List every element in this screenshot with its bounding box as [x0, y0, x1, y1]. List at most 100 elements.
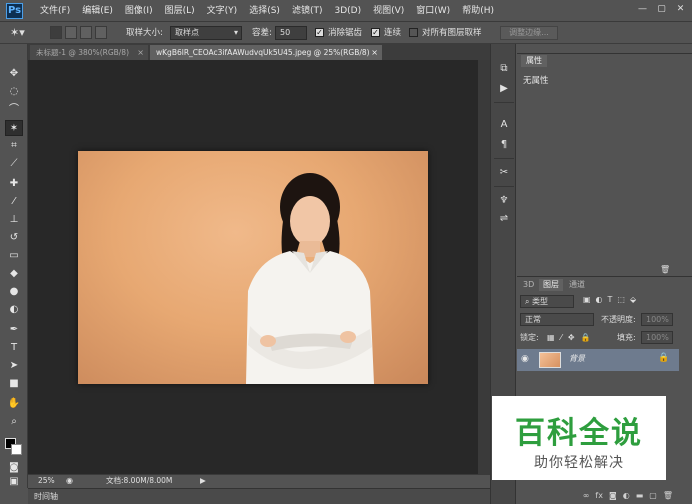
opacity-input[interactable]: 100%: [641, 313, 673, 326]
actions-panel-icon[interactable]: ▶: [497, 82, 511, 96]
healing-brush-tool-icon[interactable]: ✚: [5, 176, 23, 192]
eyedropper-tool-icon[interactable]: ⟋: [5, 156, 23, 172]
link-icon[interactable]: ∞: [583, 491, 590, 500]
tab-untitled-label: 未标题-1 @ 380%(RGB/8): [36, 48, 130, 57]
dodge-tool-icon[interactable]: ◐: [5, 302, 23, 318]
clone-stamp-tool-icon[interactable]: ⊥: [5, 212, 23, 228]
marquee-tool-icon[interactable]: ◌: [5, 84, 23, 100]
antialias-checkbox[interactable]: ✓: [315, 28, 324, 37]
sample-size-select[interactable]: 取样点 ▾: [170, 26, 242, 40]
paragraph-panel-icon[interactable]: ¶: [497, 138, 511, 152]
new-selection-icon[interactable]: [50, 26, 62, 39]
kind-filter-select[interactable]: ⌕ 类型: [520, 295, 574, 308]
magic-wand-preset-icon[interactable]: ✶▾: [10, 22, 25, 44]
menu-select[interactable]: 选择(S): [243, 0, 286, 22]
status-bar: 25% ◉ 文档:8.00M/8.00M ▶: [28, 474, 490, 487]
layer-row-background[interactable]: ◉ 背景 🔒: [517, 349, 679, 371]
history-brush-tool-icon[interactable]: ↺: [5, 230, 23, 246]
menu-edit[interactable]: 编辑(E): [76, 0, 119, 22]
subtract-selection-icon[interactable]: [80, 26, 92, 39]
zoom-level[interactable]: 25%: [38, 475, 55, 487]
sample-size-label: 取样大小:: [126, 28, 163, 38]
pen-tool-icon[interactable]: ✒: [5, 322, 23, 338]
lock-icon: 🔒: [658, 353, 670, 363]
timeline-panel[interactable]: 时间轴: [28, 488, 490, 504]
crop-tool-icon[interactable]: ⌗: [5, 138, 23, 154]
filter-icons[interactable]: ▣◐T⬚⬙: [583, 295, 641, 304]
lock-label: 锁定:: [520, 333, 539, 342]
sample-all-checkbox[interactable]: [409, 28, 418, 37]
minimize-button[interactable]: —: [635, 2, 650, 16]
quick-mask-icon[interactable]: ◙: [5, 460, 23, 476]
character-panel-icon[interactable]: A: [497, 118, 511, 132]
add-selection-icon[interactable]: [65, 26, 77, 39]
tab-channels[interactable]: 通道: [565, 279, 589, 291]
history-panel-icon[interactable]: ⧉: [497, 62, 511, 76]
intersect-selection-icon[interactable]: [95, 26, 107, 39]
lock-icons[interactable]: ▦⁄✥🔒: [547, 331, 597, 346]
brush-tool-icon[interactable]: ⁄: [5, 194, 23, 210]
trash-icon[interactable]: 🗑: [660, 265, 670, 274]
refine-edge-button[interactable]: 调整边缘...: [500, 26, 558, 40]
adjustment-icon[interactable]: ◐: [623, 491, 630, 500]
close-button[interactable]: ✕: [673, 2, 688, 16]
clone-source-icon[interactable]: ⇌: [497, 212, 511, 226]
fill-input[interactable]: 100%: [641, 331, 673, 344]
menu-3d[interactable]: 3D(D): [328, 0, 367, 22]
eraser-tool-icon[interactable]: ▭: [5, 248, 23, 264]
tab-properties[interactable]: 属性: [521, 55, 547, 67]
layer-name[interactable]: 背景: [569, 353, 585, 364]
opacity-label: 不透明度:: [601, 315, 636, 324]
close-icon[interactable]: ×: [137, 45, 144, 60]
delete-layer-icon[interactable]: 🗑: [663, 491, 673, 500]
menu-file[interactable]: 文件(F): [34, 0, 76, 22]
new-layer-icon[interactable]: ▢: [649, 491, 657, 500]
lasso-tool-icon[interactable]: ⌒: [5, 102, 23, 118]
status-info-icon[interactable]: ◉: [66, 475, 73, 487]
tab-untitled[interactable]: 未标题-1 @ 380%(RGB/8) ×: [30, 45, 148, 60]
menu-help[interactable]: 帮助(H): [456, 0, 500, 22]
move-tool-icon[interactable]: ✥: [5, 66, 23, 82]
photo-image[interactable]: [78, 151, 428, 384]
tab-3d[interactable]: 3D: [519, 279, 538, 291]
menu-layer[interactable]: 图层(L): [159, 0, 201, 22]
tool-presets-icon[interactable]: ✂: [497, 166, 511, 180]
tolerance-input[interactable]: 50: [275, 26, 307, 40]
menu-image[interactable]: 图像(I): [119, 0, 159, 22]
maximize-button[interactable]: ▢: [654, 2, 669, 16]
timeline-label: 时间轴: [34, 492, 58, 501]
tab-jpeg[interactable]: wKgB6lR_CEOAc3ifAAWudvqUk5U45.jpeg @ 25%…: [150, 45, 382, 60]
magic-wand-tool-icon[interactable]: ✶: [5, 120, 23, 136]
path-selection-tool-icon[interactable]: ➤: [5, 358, 23, 374]
status-menu-arrow-icon[interactable]: ▶: [200, 475, 206, 487]
fx-icon[interactable]: fx: [595, 491, 603, 500]
paint-bucket-tool-icon[interactable]: ◆: [5, 266, 23, 282]
vertical-scrollbar[interactable]: [478, 60, 490, 474]
zoom-tool-icon[interactable]: ⌕: [5, 414, 23, 430]
rectangle-tool-icon[interactable]: ■: [5, 376, 23, 392]
close-icon[interactable]: ×: [371, 45, 378, 60]
screen-mode-icon[interactable]: ▣: [5, 476, 23, 488]
menu-type[interactable]: 文字(Y): [201, 0, 244, 22]
blend-mode-select[interactable]: 正常: [520, 313, 594, 326]
type-tool-icon[interactable]: T: [5, 340, 23, 356]
document-tabs: 未标题-1 @ 380%(RGB/8) × wKgB6lR_CEOAc3ifAA…: [28, 44, 490, 60]
sample-size-value: 取样点: [175, 28, 199, 37]
hand-tool-icon[interactable]: ✋: [5, 396, 23, 412]
eye-icon[interactable]: ◉: [521, 354, 529, 364]
mask-icon[interactable]: ◙: [609, 491, 617, 500]
menu-view[interactable]: 视图(V): [367, 0, 410, 22]
canvas-area[interactable]: [28, 60, 490, 474]
tab-layers[interactable]: 图层: [539, 279, 563, 291]
background-color-swatch[interactable]: [11, 444, 22, 455]
brush-presets-icon[interactable]: ♆: [497, 194, 511, 208]
contiguous-checkbox[interactable]: ✓: [371, 28, 380, 37]
menu-items: 文件(F) 编辑(E) 图像(I) 图层(L) 文字(Y) 选择(S) 滤镜(T…: [34, 0, 500, 22]
layers-footer: ∞ fx ◙ ◐ ▬ ▢ 🗑: [517, 487, 679, 503]
antialias-label: 消除锯齿: [328, 28, 363, 38]
photoshop-logo: Ps: [6, 3, 23, 19]
menu-window[interactable]: 窗口(W): [410, 0, 456, 22]
folder-icon[interactable]: ▬: [636, 491, 644, 500]
menu-filter[interactable]: 滤镜(T): [286, 0, 329, 22]
blur-tool-icon[interactable]: ●: [5, 284, 23, 300]
